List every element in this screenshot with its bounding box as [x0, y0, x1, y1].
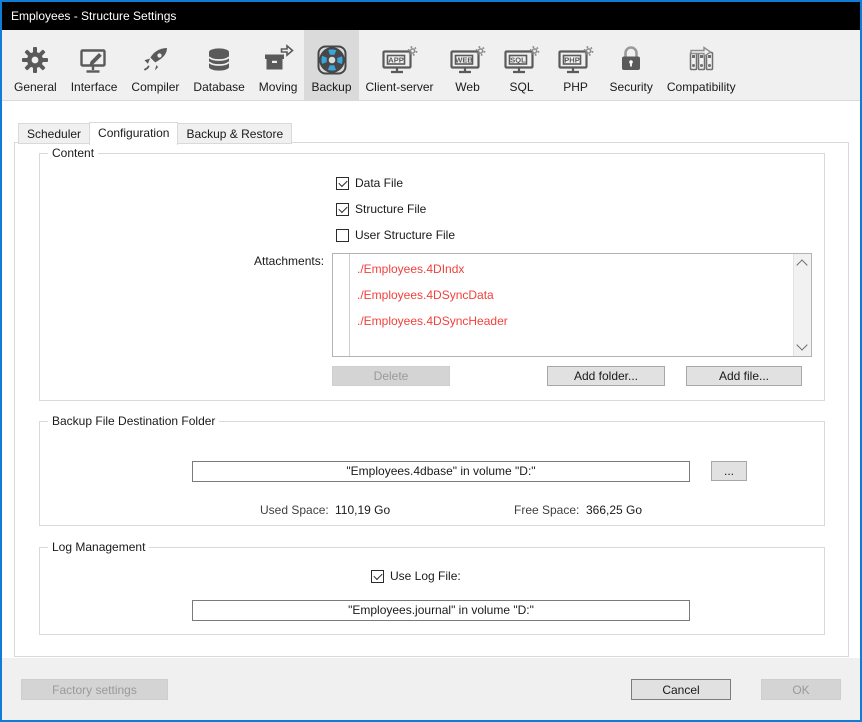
toolbar-item-security[interactable]: Security — [603, 30, 660, 100]
svg-text:PHP: PHP — [564, 55, 579, 64]
window-title: Employees - Structure Settings — [11, 9, 176, 23]
binders-arrow-icon — [684, 41, 718, 78]
monitor-web-icon: WEB — [448, 41, 488, 78]
toolbar-item-client-server[interactable]: APP Client-server — [359, 30, 441, 100]
cancel-button[interactable]: Cancel — [631, 679, 731, 700]
use-log-file-row: Use Log File: — [371, 568, 461, 584]
destination-path-field[interactable]: "Employees.4dbase" in volume "D:" — [192, 461, 690, 482]
data-file-row: Data File — [336, 175, 403, 191]
scroll-down-icon[interactable] — [796, 339, 807, 350]
ok-button[interactable]: OK — [761, 679, 841, 700]
svg-text:APP: APP — [388, 55, 403, 64]
toolbar-item-label: Interface — [71, 80, 118, 94]
toolbar-item-label: Client-server — [366, 80, 434, 94]
toolbar-item-label: Compatibility — [667, 80, 736, 94]
title-bar[interactable]: Employees - Structure Settings — [2, 2, 860, 30]
used-space-value: 110,19 Go — [335, 503, 390, 517]
attachments-label: Attachments: — [254, 254, 324, 268]
attachment-item[interactable]: ./Employees.4DIndx — [350, 256, 794, 282]
dialog-footer: Factory settings Cancel OK — [2, 658, 860, 720]
attachments-scrollbar[interactable] — [793, 254, 811, 356]
svg-text:SQL: SQL — [510, 55, 526, 64]
structure-file-checkbox[interactable] — [336, 203, 349, 216]
log-group: Log Management Use Log File: "Employees.… — [39, 547, 825, 635]
settings-tabs: Scheduler Configuration Backup & Restore — [18, 122, 292, 144]
monitor-sql-icon: SQL — [502, 41, 542, 78]
toolbar-item-label: Database — [193, 80, 244, 94]
delete-button[interactable]: Delete — [332, 366, 450, 386]
use-log-file-checkbox[interactable] — [371, 570, 384, 583]
monitor-pencil-icon — [77, 41, 111, 78]
attachments-list[interactable]: ./Employees.4DIndx ./Employees.4DSyncDat… — [332, 253, 812, 357]
toolbar-item-general[interactable]: General — [7, 30, 64, 100]
configuration-tab-panel: Content Data File Structure File User St… — [14, 142, 849, 657]
toolbar-item-web[interactable]: WEB Web — [441, 30, 495, 100]
toolbar-item-label: SQL — [510, 80, 534, 94]
svg-text:WEB: WEB — [455, 55, 473, 64]
toolbar-item-label: PHP — [563, 80, 588, 94]
toolbar-item-label: Backup — [311, 80, 351, 94]
content-group: Content Data File Structure File User St… — [39, 153, 825, 401]
destination-group: Backup File Destination Folder "Employee… — [39, 421, 825, 526]
data-file-label: Data File — [355, 176, 403, 190]
free-space-value: 366,25 Go — [586, 503, 642, 517]
toolbar-item-interface[interactable]: Interface — [64, 30, 125, 100]
life-ring-icon — [315, 41, 349, 78]
toolbar-item-database[interactable]: Database — [186, 30, 251, 100]
box-arrow-icon — [261, 41, 295, 78]
attachment-item[interactable]: ./Employees.4DSyncData — [350, 282, 794, 308]
monitor-php-icon: PHP — [556, 41, 596, 78]
lock-icon — [614, 41, 648, 78]
toolbar-item-label: Moving — [259, 80, 298, 94]
content-group-title: Content — [48, 146, 98, 160]
toolbar-item-label: Web — [455, 80, 479, 94]
user-structure-file-row: User Structure File — [336, 227, 455, 243]
toolbar-item-label: General — [14, 80, 57, 94]
structure-settings-dialog: Employees - Structure Settings — [0, 0, 862, 722]
tab-configuration[interactable]: Configuration — [89, 122, 178, 145]
attachments-list-gutter — [333, 254, 350, 356]
use-log-file-label: Use Log File: — [390, 569, 461, 583]
rocket-icon — [138, 41, 172, 78]
user-structure-file-label: User Structure File — [355, 228, 455, 242]
browse-button[interactable]: ... — [711, 461, 747, 481]
user-structure-file-checkbox[interactable] — [336, 229, 349, 242]
toolbar-item-moving[interactable]: Moving — [252, 30, 305, 100]
add-folder-button[interactable]: Add folder... — [547, 366, 665, 386]
attachment-item[interactable]: ./Employees.4DSyncHeader — [350, 308, 794, 334]
scroll-up-icon[interactable] — [796, 259, 807, 270]
toolbar-item-sql[interactable]: SQL SQL — [495, 30, 549, 100]
structure-file-row: Structure File — [336, 201, 426, 217]
toolbar-item-compatibility[interactable]: Compatibility — [660, 30, 743, 100]
destination-group-title: Backup File Destination Folder — [48, 414, 219, 428]
factory-settings-button[interactable]: Factory settings — [21, 679, 168, 700]
monitor-app-icon: APP — [380, 41, 420, 78]
log-path-field[interactable]: "Employees.journal" in volume "D:" — [192, 600, 690, 621]
log-group-title: Log Management — [48, 540, 149, 554]
settings-toolbar: General Interface — [2, 30, 860, 101]
tab-scheduler[interactable]: Scheduler — [18, 123, 90, 144]
tab-backup-restore[interactable]: Backup & Restore — [177, 123, 292, 144]
toolbar-item-compiler[interactable]: Compiler — [124, 30, 186, 100]
toolbar-item-backup[interactable]: Backup — [304, 30, 358, 100]
data-file-checkbox[interactable] — [336, 177, 349, 190]
database-icon — [202, 41, 236, 78]
structure-file-label: Structure File — [355, 202, 426, 216]
gear-icon — [18, 41, 52, 78]
add-file-button[interactable]: Add file... — [686, 366, 802, 386]
toolbar-item-php[interactable]: PHP PHP — [549, 30, 603, 100]
attachments-list-items: ./Employees.4DIndx ./Employees.4DSyncDat… — [350, 256, 794, 356]
free-space-label: Free Space: — [514, 503, 579, 517]
used-space-label: Used Space: — [260, 503, 329, 517]
toolbar-item-label: Compiler — [131, 80, 179, 94]
toolbar-item-label: Security — [610, 80, 653, 94]
disk-space-stats: Used Space: 110,19 Go Free Space: 366,25… — [40, 503, 824, 518]
